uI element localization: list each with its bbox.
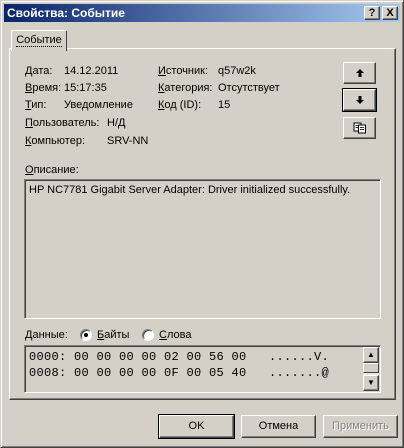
apply-button[interactable]: Применить <box>323 415 398 438</box>
type-value: Уведомление <box>64 99 133 111</box>
source-label: Источник: <box>158 65 209 77</box>
bytes-radio-label[interactable]: Байты <box>97 329 129 341</box>
computer-value: SRV-NN <box>107 135 149 147</box>
tab-event-label: Событие <box>16 34 62 47</box>
date-label: Дата: <box>25 65 53 77</box>
data-label: Данные: <box>25 329 68 341</box>
time-value: 15:17:35 <box>64 82 107 94</box>
close-icon: X <box>386 7 394 19</box>
next-event-button[interactable] <box>342 88 377 112</box>
source-value: q57w2k <box>218 65 256 77</box>
computer-label: Компьютер: <box>25 135 86 147</box>
description-textbox[interactable]: HP NC7781 Gigabit Server Adapter: Driver… <box>24 179 381 319</box>
data-line: 0000: 00 00 00 00 02 00 56 00 ......V. <box>29 350 330 364</box>
tab-event[interactable]: Событие <box>11 30 67 51</box>
time-label: Время: <box>25 82 62 94</box>
copy-icon <box>353 122 366 134</box>
scroll-thumb[interactable] <box>363 363 379 373</box>
type-label: Тип: <box>25 99 47 111</box>
data-hex-view[interactable]: 0000: 00 00 00 00 02 00 56 00 ......V. 0… <box>24 345 381 393</box>
scroll-down-icon: ▼ <box>367 378 375 387</box>
radio-selected-dot <box>84 333 88 337</box>
date-value: 14.12.2011 <box>64 65 119 77</box>
help-button[interactable]: ? <box>364 6 380 20</box>
data-line: 0008: 00 00 00 00 0F 00 05 40 .......@ <box>29 366 330 380</box>
ok-button[interactable]: OK <box>158 414 235 439</box>
event-id-label: Код (ID): <box>158 99 202 111</box>
title-bar[interactable]: Свойства: Событие ? X <box>4 4 400 22</box>
previous-event-button[interactable] <box>343 62 376 84</box>
scroll-up-icon: ▲ <box>367 350 375 359</box>
window-title: Свойства: Событие <box>7 6 125 20</box>
data-scrollbar[interactable]: ▲ ▼ <box>363 347 379 391</box>
description-label: Описание: <box>25 164 79 176</box>
user-value: Н/Д <box>107 117 126 129</box>
words-radio[interactable] <box>142 329 154 341</box>
user-label: Пользователь: <box>25 117 100 129</box>
arrow-down-icon <box>355 96 364 104</box>
description-text: HP NC7781 Gigabit Server Adapter: Driver… <box>29 184 351 196</box>
copy-event-button[interactable] <box>343 117 376 139</box>
help-icon: ? <box>368 7 376 19</box>
scroll-down-button[interactable]: ▼ <box>363 375 379 391</box>
arrow-up-icon <box>355 69 364 77</box>
close-button[interactable]: X <box>382 6 398 20</box>
event-id-value: 15 <box>218 99 231 111</box>
category-label: Категория: <box>158 82 213 94</box>
cancel-button[interactable]: Отмена <box>241 415 316 438</box>
bytes-radio[interactable] <box>80 329 92 341</box>
event-properties-window: Свойства: Событие ? X Событие Дата: 14.1… <box>0 0 404 448</box>
category-value: Отсутствует <box>218 82 280 94</box>
scroll-up-button[interactable]: ▲ <box>363 347 379 363</box>
words-radio-label[interactable]: Слова <box>159 329 191 341</box>
